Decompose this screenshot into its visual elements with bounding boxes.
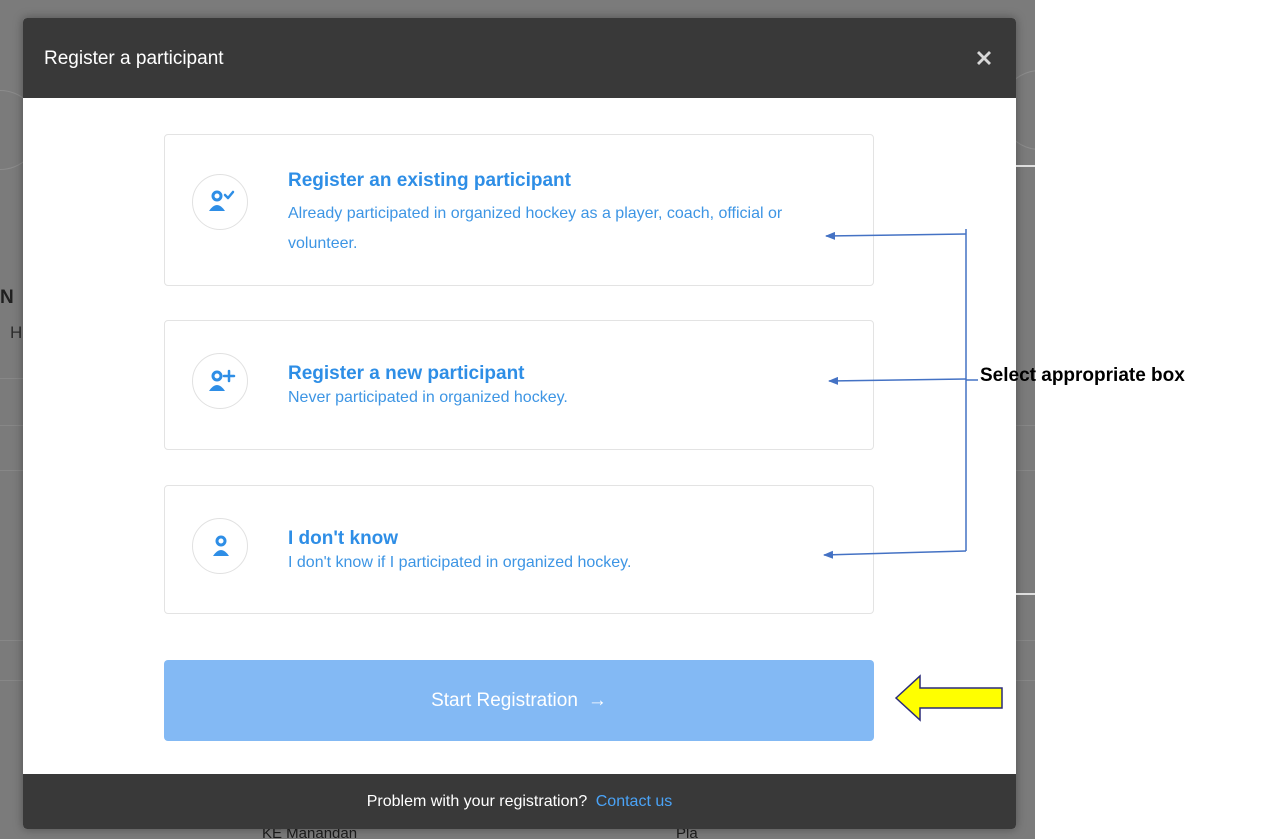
- option-description: Never participated in organized hockey.: [288, 389, 568, 406]
- start-registration-label: Start Registration: [431, 690, 578, 711]
- option-description: I don't know if I participated in organi…: [288, 554, 632, 571]
- option-dont-know[interactable]: I don't know I don't know if I participa…: [164, 485, 874, 614]
- modal-footer: Problem with your registration? Contact …: [23, 774, 1016, 829]
- icon-circle: [192, 353, 248, 409]
- icon-circle: [192, 174, 248, 230]
- user-check-icon: [209, 190, 235, 211]
- option-new-participant[interactable]: Register a new participant Never partici…: [164, 320, 874, 450]
- option-title: Register a new participant: [288, 363, 525, 384]
- start-registration-button[interactable]: Start Registration →: [164, 660, 874, 741]
- user-icon: [213, 535, 229, 556]
- option-title: I don't know: [288, 528, 399, 549]
- footer-text: Problem with your registration?: [366, 793, 588, 810]
- option-title: Register an existing participant: [288, 170, 571, 191]
- close-button[interactable]: [972, 46, 996, 70]
- modal-header: Register a participant: [23, 18, 1016, 98]
- option-existing-participant[interactable]: Register an existing participant Already…: [164, 134, 874, 286]
- register-participant-modal: Register a participant Register an exist…: [23, 18, 1016, 829]
- modal-title: Register a participant: [44, 48, 224, 69]
- backdrop-text: N: [0, 287, 14, 308]
- contact-us-link[interactable]: Contact us: [596, 793, 672, 810]
- arrow-right-icon: →: [587, 690, 607, 711]
- option-description: Already participated in organized hockey…: [288, 205, 783, 252]
- user-plus-icon: [209, 369, 236, 391]
- close-icon: [977, 51, 991, 65]
- backdrop-text: H: [10, 323, 23, 342]
- icon-circle: [192, 518, 248, 574]
- annotation-label: Select appropriate box: [980, 365, 1185, 386]
